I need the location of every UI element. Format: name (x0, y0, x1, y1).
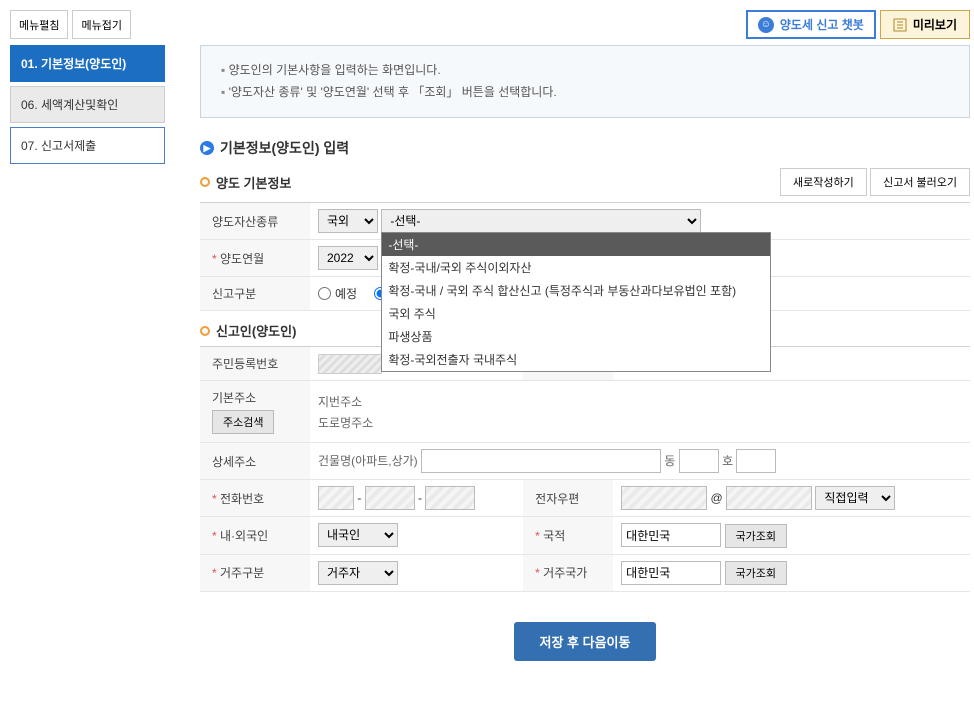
addr-label: 기본주소 주소검색 (200, 381, 310, 443)
arrow-icon: ▶ (200, 141, 214, 155)
load-report-button[interactable]: 신고서 불러오기 (870, 168, 970, 196)
email-domain-select[interactable]: 직접입력 (815, 486, 895, 510)
email-domain[interactable] (726, 486, 812, 510)
sidebar-item-tax-calc[interactable]: 06. 세액계산및확인 (10, 86, 165, 123)
nationality-kind-label: 내·외국인 (200, 517, 310, 555)
dropdown-option-4[interactable]: 파생상품 (382, 325, 770, 348)
report-opt-scheduled[interactable]: 예정 (318, 285, 357, 302)
resident-select[interactable]: 거주자 (318, 561, 398, 585)
dong-input[interactable] (679, 449, 719, 473)
new-write-button[interactable]: 새로작성하기 (780, 168, 867, 196)
chatbot-button[interactable]: ☺ 양도세 신고 챗봇 (746, 10, 876, 39)
section-title: ▶ 기본정보(양도인) 입력 (200, 138, 970, 158)
phone-3[interactable] (425, 486, 475, 510)
asset-type-dropdown-open[interactable]: -선택- 확정-국내/국외 주식이외자산 확정-국내 / 국외 주식 합산신고 … (381, 232, 771, 372)
year-select[interactable]: 2022 (318, 246, 378, 270)
yearmonth-label: 양도연월 (200, 240, 310, 277)
asset-type-select-1[interactable]: 국외 (318, 209, 378, 233)
phone-label: 전화번호 (200, 480, 310, 517)
info-line-2: '양도자산 종류' 및 '양도연월' 선택 후 「조회」 버튼을 선택합니다. (221, 82, 949, 104)
dropdown-option-2[interactable]: 확정-국내 / 국외 주식 합산신고 (특정주식과 부동산과다보유법인 포함) (382, 279, 770, 302)
dropdown-option-0[interactable]: -선택- (382, 233, 770, 256)
nationality-kind-select[interactable]: 내국인 (318, 523, 398, 547)
menu-expand-button[interactable]: 메뉴펼침 (10, 10, 68, 39)
email-label: 전자우편 (523, 480, 613, 517)
resident-label: 거주구분 (200, 554, 310, 592)
sidebar-item-basic-info[interactable]: 01. 기본정보(양도인) (10, 45, 165, 82)
preview-label: 미리보기 (913, 16, 957, 33)
phone-1[interactable] (318, 486, 354, 510)
info-line-1: 양도인의 기본사항을 입력하는 화면입니다. (221, 60, 949, 82)
phone-2[interactable] (365, 486, 415, 510)
chatbot-icon: ☺ (758, 17, 774, 33)
preview-icon (893, 18, 907, 32)
resident-country-input[interactable] (621, 561, 721, 585)
preview-button[interactable]: 미리보기 (880, 10, 970, 39)
save-next-button[interactable]: 저장 후 다음이동 (514, 622, 657, 661)
report-type-label: 신고구분 (200, 277, 310, 311)
asset-type-select-2[interactable]: -선택- (381, 209, 701, 233)
nationality-label: 국적 (523, 517, 613, 555)
circle-icon (200, 177, 210, 187)
info-box: 양도인의 기본사항을 입력하는 화면입니다. '양도자산 종류' 및 '양도연월… (200, 45, 970, 118)
nationality-input[interactable] (621, 523, 721, 547)
email-local[interactable] (621, 486, 707, 510)
ho-input[interactable] (736, 449, 776, 473)
building-label: 건물명(아파트,상가) (318, 454, 418, 468)
sidebar-item-submit[interactable]: 07. 신고서제출 (10, 127, 165, 164)
dropdown-option-1[interactable]: 확정-국내/국외 주식이외자산 (382, 256, 770, 279)
building-input[interactable] (421, 449, 661, 473)
circle-icon (200, 326, 210, 336)
resident-country-label: 거주국가 (523, 554, 613, 592)
chatbot-label: 양도세 신고 챗봇 (780, 16, 864, 33)
nation-lookup-button-1[interactable]: 국가조회 (725, 524, 787, 548)
asset-type-label: 양도자산종류 (200, 203, 310, 240)
nation-lookup-button-2[interactable]: 국가조회 (725, 561, 787, 585)
menu-collapse-button[interactable]: 메뉴접기 (72, 10, 130, 39)
sub1-title: 양도 기본정보 (200, 173, 291, 192)
ssn-label: 주민등록번호 (200, 347, 310, 381)
dropdown-option-5[interactable]: 확정-국외전출자 국내주식 (382, 348, 770, 371)
ssn-block-1 (318, 354, 382, 374)
sub2-title: 신고인(양도인) (200, 321, 296, 340)
addr-jibun: 지번주소 (318, 393, 962, 410)
dropdown-option-3[interactable]: 국외 주식 (382, 302, 770, 325)
addr-road: 도로명주소 (318, 414, 962, 431)
addr-search-button[interactable]: 주소검색 (212, 410, 274, 434)
detail-addr-label: 상세주소 (200, 443, 310, 480)
